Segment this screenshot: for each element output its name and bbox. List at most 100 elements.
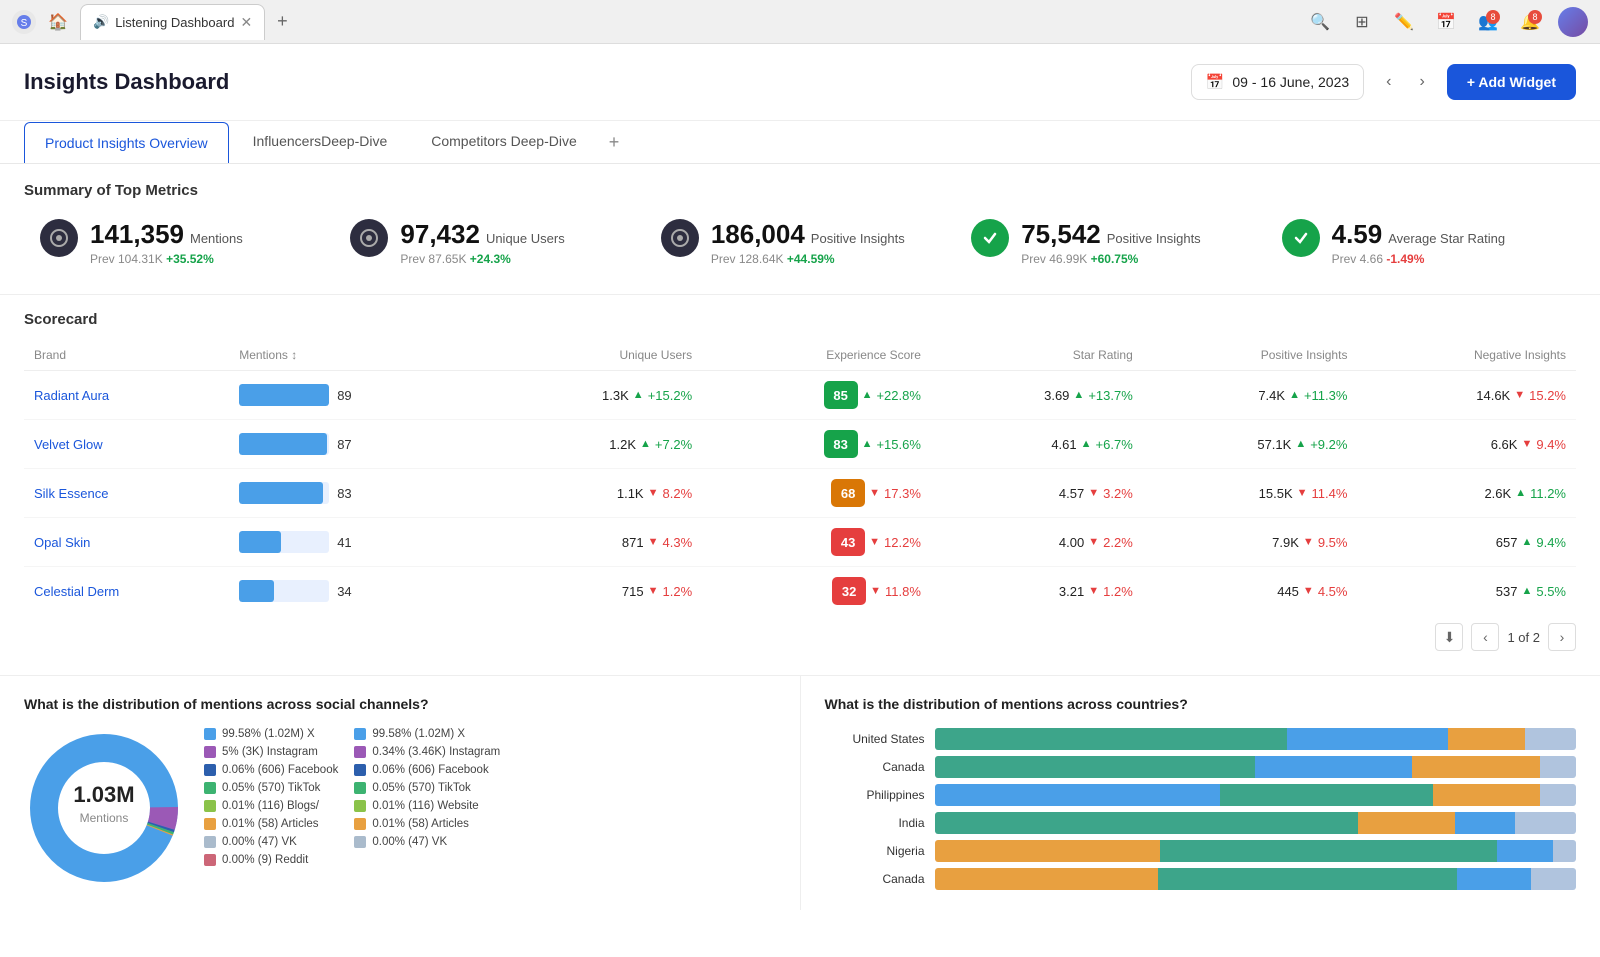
countries-title: What is the distribution of mentions acr… <box>825 696 1577 712</box>
new-tab-button[interactable]: + <box>273 7 292 36</box>
legend-item: 5% (3K) Instagram <box>204 746 338 758</box>
metric-positive-insights-1-main: 186,004 Positive Insights <box>711 219 905 250</box>
list-item: Canada <box>825 868 1577 890</box>
col-star-rating: Star Rating <box>931 340 1143 371</box>
star-rating-sub: Prev 4.66 -1.49% <box>1332 252 1505 266</box>
metric-positive-insights-1-info: 186,004 Positive Insights Prev 128.64K +… <box>711 219 905 266</box>
edit-icon[interactable]: ✏️ <box>1390 8 1418 36</box>
mentions-value: 141,359 <box>90 219 184 250</box>
browser-bar: S 🏠 🔊 Listening Dashboard ✕ + 🔍 ⊞ ✏️ 📅 👥… <box>0 0 1600 44</box>
legend-col-2: 99.58% (1.02M) X0.34% (3.46K) Instagram0… <box>354 728 500 866</box>
browser-tab[interactable]: 🔊 Listening Dashboard ✕ <box>80 4 265 40</box>
tab-add-button[interactable]: + <box>601 124 628 161</box>
neg-insights-cell: 14.6K ▼ 15.2% <box>1357 371 1576 420</box>
scorecard-title: Scorecard <box>24 295 1576 340</box>
tab-title: Listening Dashboard <box>115 15 234 30</box>
unique-users-value: 97,432 <box>400 219 480 250</box>
social-channels-panel: What is the distribution of mentions acr… <box>0 676 800 910</box>
positive-insights-2-value: 75,542 <box>1021 219 1101 250</box>
star-rating-icon <box>1282 219 1320 257</box>
brand-cell: Silk Essence <box>24 469 229 518</box>
date-next-button[interactable]: › <box>1413 71 1430 93</box>
home-icon[interactable]: 🏠 <box>44 8 72 36</box>
unique-users-cell: 1.2K ▲ +7.2% <box>487 420 702 469</box>
prev-page-button[interactable]: ‹ <box>1471 623 1499 651</box>
positive-insights-2-icon <box>971 219 1009 257</box>
search-icon[interactable]: 🔍 <box>1306 8 1334 36</box>
metric-mentions-info: 141,359 Mentions Prev 104.31K +35.52% <box>90 219 243 266</box>
people-icon[interactable]: 👥 8 <box>1474 8 1502 36</box>
metric-star-rating-main: 4.59 Average Star Rating <box>1332 219 1505 250</box>
star-rating-cell: 4.57 ▼ 3.2% <box>931 469 1143 518</box>
metric-unique-users-info: 97,432 Unique Users Prev 87.65K +24.3% <box>400 219 564 266</box>
exp-score-cell: 43 ▼ 12.2% <box>702 518 931 567</box>
unique-users-cell: 715 ▼ 1.2% <box>487 567 702 616</box>
unique-users-cell: 871 ▼ 4.3% <box>487 518 702 567</box>
pos-insights-cell: 15.5K ▼ 11.4% <box>1143 469 1358 518</box>
legend-item: 0.01% (58) Articles <box>204 818 338 830</box>
next-page-button[interactable]: › <box>1548 623 1576 651</box>
tab-product-insights[interactable]: Product Insights Overview <box>24 122 229 163</box>
positive-insights-1-label: Positive Insights <box>811 231 905 246</box>
pos-insights-cell: 7.9K ▼ 9.5% <box>1143 518 1358 567</box>
tab-competitors[interactable]: Competitors Deep-Dive <box>411 121 597 163</box>
table-row: Velvet Glow 87 1.2K ▲ +7.2% 83 ▲ +15.6% <box>24 420 1576 469</box>
donut-area: 1.03M Mentions 99.58% (1.02M) X5% (3K) I… <box>24 728 776 888</box>
col-experience-score: Experience Score <box>702 340 931 371</box>
col-mentions[interactable]: Mentions ↕ <box>229 340 487 371</box>
col-negative-insights: Negative Insights <box>1357 340 1576 371</box>
metric-star-rating: 4.59 Average Star Rating Prev 4.66 -1.49… <box>1266 209 1576 276</box>
grid-icon[interactable]: ⊞ <box>1348 8 1376 36</box>
legend-item: 0.01% (58) Articles <box>354 818 500 830</box>
legend-item: 0.00% (9) Reddit <box>204 854 338 866</box>
positive-insights-1-icon <box>661 219 699 257</box>
legend-item: 0.00% (47) VK <box>204 836 338 848</box>
user-avatar[interactable] <box>1558 7 1588 37</box>
star-rating-cell: 3.69 ▲ +13.7% <box>931 371 1143 420</box>
legend-col-1: 99.58% (1.02M) X5% (3K) Instagram0.06% (… <box>204 728 338 866</box>
bottom-section: What is the distribution of mentions acr… <box>0 675 1600 910</box>
list-item: Philippines <box>825 784 1577 806</box>
list-item: United States <box>825 728 1577 750</box>
unique-users-cell: 1.1K ▼ 8.2% <box>487 469 702 518</box>
star-rating-cell: 4.61 ▲ +6.7% <box>931 420 1143 469</box>
tab-close-icon[interactable]: ✕ <box>240 14 252 31</box>
donut-legend: 99.58% (1.02M) X5% (3K) Instagram0.06% (… <box>204 728 500 866</box>
date-prev-button[interactable]: ‹ <box>1380 71 1397 93</box>
metric-star-rating-info: 4.59 Average Star Rating Prev 4.66 -1.49… <box>1332 219 1505 266</box>
mentions-label: Mentions <box>190 231 243 246</box>
countries-panel: What is the distribution of mentions acr… <box>800 676 1600 910</box>
neg-insights-cell: 537 ▲ 5.5% <box>1357 567 1576 616</box>
positive-insights-2-sub: Prev 46.99K +60.75% <box>1021 252 1200 266</box>
col-unique-users: Unique Users <box>487 340 702 371</box>
calendar-icon: 📅 <box>1206 73 1225 91</box>
date-picker[interactable]: 📅 09 - 16 June, 2023 <box>1191 64 1364 100</box>
tab-influencers[interactable]: InfluencersDeep-Dive <box>233 121 408 163</box>
page-title: Insights Dashboard <box>24 69 1175 95</box>
bell-icon[interactable]: 🔔 8 <box>1516 8 1544 36</box>
table-row: Silk Essence 83 1.1K ▼ 8.2% 68 ▼ 17.3% <box>24 469 1576 518</box>
star-rating-cell: 3.21 ▼ 1.2% <box>931 567 1143 616</box>
table-row: Celestial Derm 34 715 ▼ 1.2% 32 ▼ 11.8% <box>24 567 1576 616</box>
add-widget-button[interactable]: + Add Widget <box>1447 64 1576 100</box>
star-rating-cell: 4.00 ▼ 2.2% <box>931 518 1143 567</box>
export-icon-btn[interactable]: ⬇ <box>1435 623 1463 651</box>
scorecard-table: Brand Mentions ↕ Unique Users Experience… <box>24 340 1576 615</box>
metric-mentions-main: 141,359 Mentions <box>90 219 243 250</box>
browser-logo: S <box>12 10 36 34</box>
mentions-cell: 89 <box>229 371 487 420</box>
scorecard-header-row: Brand Mentions ↕ Unique Users Experience… <box>24 340 1576 371</box>
metric-unique-users: 97,432 Unique Users Prev 87.65K +24.3% <box>334 209 644 276</box>
unique-users-label: Unique Users <box>486 231 565 246</box>
mentions-icon <box>40 219 78 257</box>
brand-cell: Celestial Derm <box>24 567 229 616</box>
star-rating-value: 4.59 <box>1332 219 1383 250</box>
metric-unique-users-main: 97,432 Unique Users <box>400 219 564 250</box>
donut-chart: 1.03M Mentions <box>24 728 184 888</box>
metric-mentions: 141,359 Mentions Prev 104.31K +35.52% <box>24 209 334 276</box>
brand-cell: Velvet Glow <box>24 420 229 469</box>
calendar-icon[interactable]: 📅 <box>1432 8 1460 36</box>
table-row: Radiant Aura 89 1.3K ▲ +15.2% 85 ▲ +22. <box>24 371 1576 420</box>
pos-insights-cell: 7.4K ▲ +11.3% <box>1143 371 1358 420</box>
list-item: India <box>825 812 1577 834</box>
